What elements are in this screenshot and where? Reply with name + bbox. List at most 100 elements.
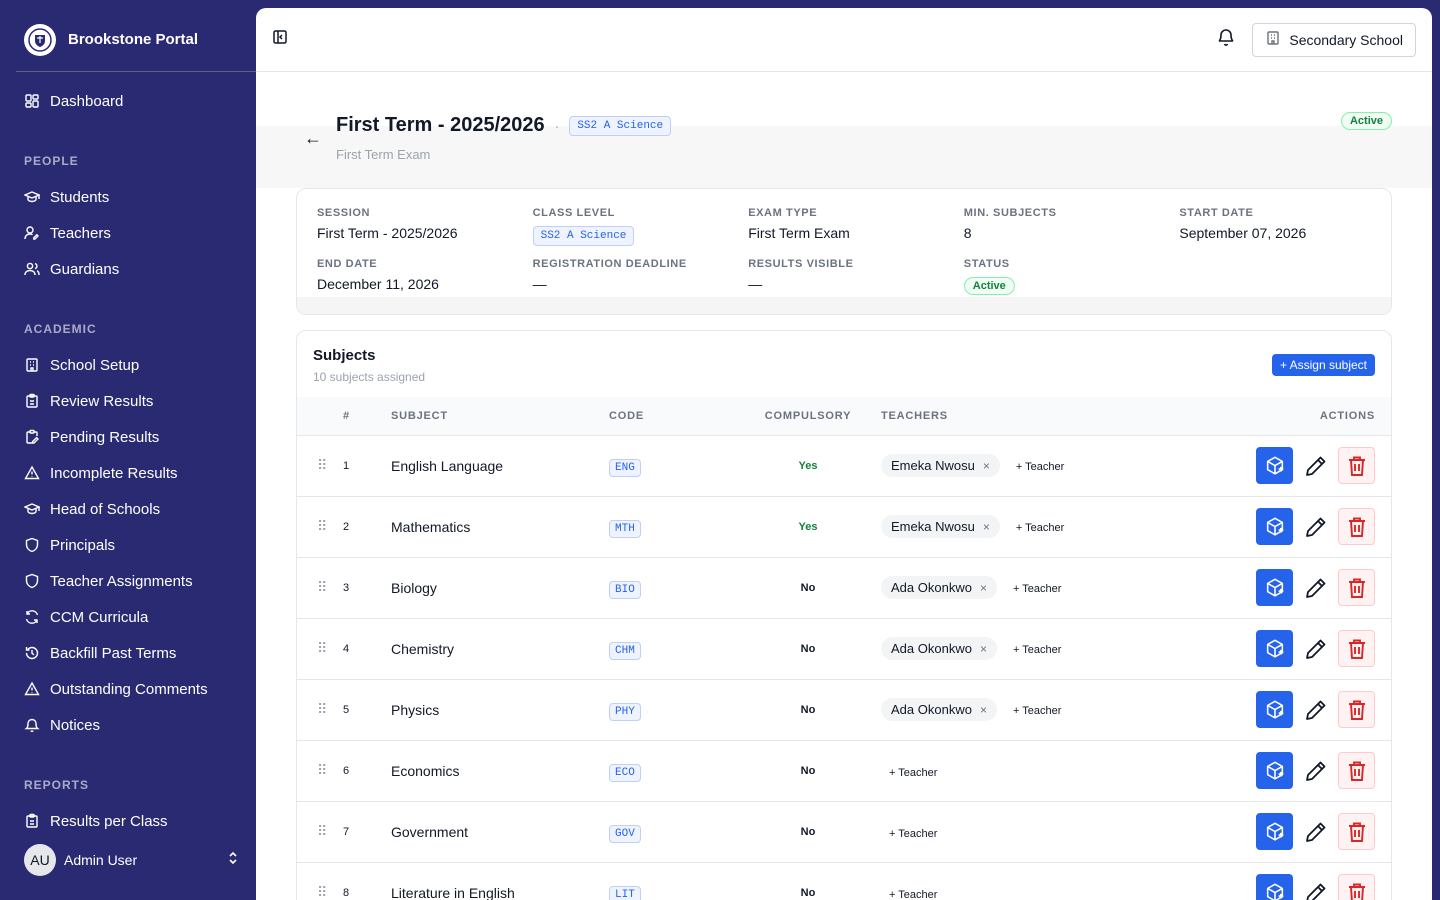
- delete-trash-icon[interactable]: [1338, 752, 1375, 789]
- user-name: Admin User: [64, 852, 138, 868]
- add-teacher-button[interactable]: + Teacher: [1005, 583, 1061, 595]
- assign-package-button[interactable]: [1256, 752, 1293, 789]
- sidebar-item-outstanding-comments[interactable]: Outstanding Comments: [16, 671, 240, 707]
- delete-trash-icon[interactable]: [1338, 874, 1375, 900]
- edit-pencil-icon[interactable]: [1297, 874, 1334, 900]
- status-badge: Active: [1340, 112, 1392, 130]
- detail-session: SESSION First Term - 2025/2026: [317, 207, 533, 242]
- sidebar-item-notices[interactable]: Notices: [16, 707, 240, 743]
- col-num: #: [343, 397, 391, 436]
- detail-value: December 11, 2026: [317, 276, 439, 292]
- drag-handle-icon[interactable]: ⠿: [317, 457, 327, 473]
- table-row: ⠿ 5 Physics PHY No Ada Okonkwo × + Teacher: [297, 679, 1391, 741]
- edit-pencil-icon[interactable]: [1297, 569, 1334, 606]
- sidebar-item-ccm-curricula[interactable]: CCM Curricula: [16, 599, 240, 635]
- assign-package-button[interactable]: [1256, 691, 1293, 728]
- detail-registration-deadline: REGISTRATION DEADLINE —: [533, 258, 749, 295]
- delete-trash-icon[interactable]: [1338, 630, 1375, 667]
- drag-handle-icon[interactable]: ⠿: [317, 518, 327, 534]
- detail-label: SESSION: [317, 207, 371, 219]
- sidebar-item-incomplete-results[interactable]: Incomplete Results: [16, 455, 240, 491]
- assign-subject-button[interactable]: + Assign subject: [1271, 354, 1375, 376]
- notifications-bell-icon[interactable]: [1216, 27, 1236, 52]
- sidebar-item-results-per-class[interactable]: Results per Class: [16, 803, 240, 839]
- remove-teacher-icon[interactable]: ×: [983, 520, 990, 534]
- add-teacher-button[interactable]: + Teacher: [881, 889, 937, 900]
- subjects-table: # SUBJECT CODE COMPULSORY TEACHERS ACTIO…: [297, 397, 1391, 900]
- add-teacher-button[interactable]: + Teacher: [1008, 522, 1064, 534]
- delete-trash-icon[interactable]: [1338, 691, 1375, 728]
- sidebar-item-school-setup[interactable]: School Setup: [16, 347, 240, 383]
- delete-trash-icon[interactable]: [1338, 447, 1375, 484]
- detail-value: —: [748, 276, 763, 292]
- drag-handle-icon[interactable]: ⠿: [317, 884, 327, 900]
- delete-trash-icon[interactable]: [1338, 508, 1375, 545]
- detail-value: 8: [963, 225, 972, 241]
- sidebar-item-label: Dashboard: [50, 92, 124, 110]
- add-teacher-button[interactable]: + Teacher: [1005, 705, 1061, 717]
- add-teacher-button[interactable]: + Teacher: [1008, 461, 1064, 473]
- user-pen-icon: [24, 225, 40, 241]
- add-teacher-button[interactable]: + Teacher: [1005, 644, 1061, 656]
- assign-package-button[interactable]: [1256, 630, 1293, 667]
- drag-handle-icon[interactable]: ⠿: [317, 640, 327, 656]
- delete-trash-icon[interactable]: [1338, 569, 1375, 606]
- assign-package-button[interactable]: [1256, 874, 1293, 900]
- remove-teacher-icon[interactable]: ×: [980, 703, 987, 717]
- edit-pencil-icon[interactable]: [1297, 691, 1334, 728]
- sidebar-item-head-of-schools[interactable]: Head of Schools: [16, 491, 240, 527]
- remove-teacher-icon[interactable]: ×: [980, 581, 987, 595]
- remove-teacher-icon[interactable]: ×: [983, 459, 990, 473]
- sidebar-item-teachers[interactable]: Teachers: [16, 215, 240, 251]
- sidebar-item-guardians[interactable]: Guardians: [16, 251, 240, 287]
- sidebar-item-dashboard[interactable]: Dashboard: [16, 83, 240, 119]
- compulsory-value: No: [735, 740, 881, 802]
- sidebar-item-label: CCM Curricula: [50, 608, 149, 626]
- detail-value: First Term Exam: [748, 225, 850, 241]
- assign-package-button[interactable]: [1256, 813, 1293, 850]
- row-actions: [1256, 569, 1375, 606]
- subject-code-chip: MTH: [609, 520, 641, 538]
- users-icon: [24, 261, 40, 277]
- sidebar-item-teacher-assignments[interactable]: Teacher Assignments: [16, 563, 240, 599]
- sidebar-item-review-results[interactable]: Review Results: [16, 383, 240, 419]
- detail-label: REGISTRATION DEADLINE: [532, 258, 687, 270]
- row-number: 1: [343, 435, 391, 497]
- school-switcher-label: Secondary School: [1289, 31, 1403, 48]
- sidebar-toggle-icon[interactable]: [272, 29, 288, 50]
- assign-package-button[interactable]: [1256, 569, 1293, 606]
- back-arrow-icon[interactable]: ←: [304, 128, 322, 149]
- sidebar-item-label: Notices: [50, 716, 101, 734]
- teacher-name: Emeka Nwosu: [891, 458, 975, 473]
- sidebar-item-backfill-past-terms[interactable]: Backfill Past Terms: [16, 635, 240, 671]
- sidebar-section-people: PEOPLE: [24, 154, 79, 168]
- sidebar-section-reports: REPORTS: [24, 778, 90, 792]
- detail-min-subjects: MIN. SUBJECTS 8: [964, 207, 1180, 242]
- add-teacher-button[interactable]: + Teacher: [881, 828, 937, 840]
- edit-pencil-icon[interactable]: [1297, 447, 1334, 484]
- edit-pencil-icon[interactable]: [1297, 813, 1334, 850]
- subject-code-chip: LIT: [609, 886, 641, 900]
- assign-package-button[interactable]: [1256, 447, 1293, 484]
- add-teacher-button[interactable]: + Teacher: [881, 767, 937, 779]
- edit-pencil-icon[interactable]: [1297, 752, 1334, 789]
- row-actions: [1256, 752, 1375, 789]
- sidebar-item-pending-results[interactable]: Pending Results: [16, 419, 240, 455]
- assign-package-button[interactable]: [1256, 508, 1293, 545]
- edit-pencil-icon[interactable]: [1297, 508, 1334, 545]
- drag-handle-icon[interactable]: ⠿: [317, 823, 327, 839]
- drag-handle-icon[interactable]: ⠿: [317, 762, 327, 778]
- sidebar-item-principals[interactable]: Principals: [16, 527, 240, 563]
- sidebar-item-students[interactable]: Students: [16, 179, 240, 215]
- teachers-cell: Emeka Nwosu × + Teacher: [881, 496, 1175, 558]
- building-icon: [1265, 30, 1281, 49]
- edit-pencil-icon[interactable]: [1297, 630, 1334, 667]
- drag-handle-icon[interactable]: ⠿: [317, 579, 327, 595]
- user-menu[interactable]: AU Admin User: [24, 844, 240, 876]
- delete-trash-icon[interactable]: [1338, 813, 1375, 850]
- drag-handle-icon[interactable]: ⠿: [317, 701, 327, 717]
- sidebar-section-academic: ACADEMIC: [24, 322, 97, 336]
- remove-teacher-icon[interactable]: ×: [980, 642, 987, 656]
- school-switcher-button[interactable]: Secondary School: [1252, 22, 1416, 57]
- brand[interactable]: Brookstone Portal: [16, 8, 256, 72]
